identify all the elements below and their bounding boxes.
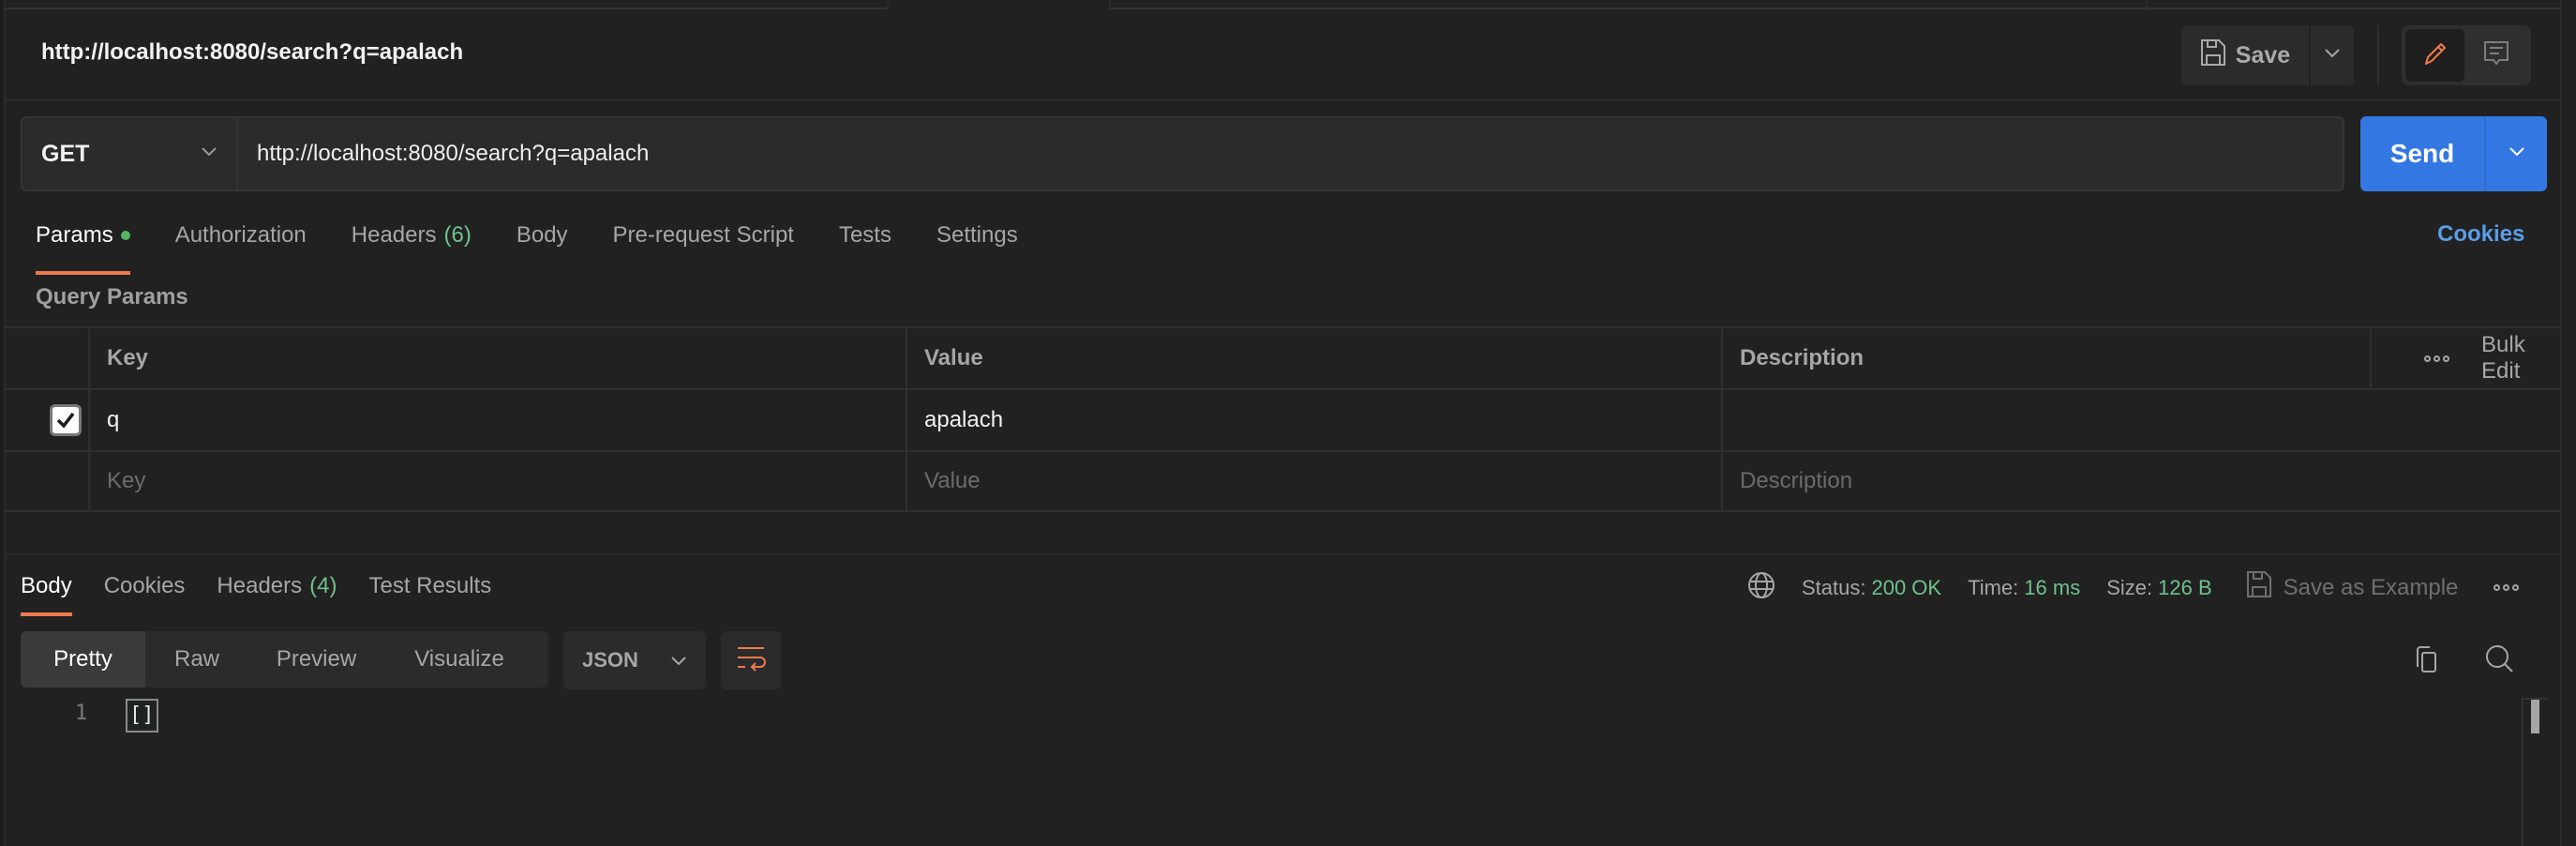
tab-pre-request-script[interactable]: Pre-request Script [613,221,794,249]
comment-icon [2482,39,2510,72]
save-as-example-button[interactable]: Save as Example [2246,570,2458,605]
url-input[interactable] [238,118,2343,189]
response-tabs: Body Cookies Headers (4) Test Results [21,572,523,616]
view-mode-preview[interactable]: Preview [248,631,384,687]
url-bar: GET [21,116,2344,191]
mode-toggle [2402,25,2531,85]
save-button-group: Save [2181,25,2354,85]
table-header-row: Key Value Description Bulk Edit [6,326,2560,388]
status-value: 200 OK [1871,575,1942,599]
column-header-value: Value [906,328,1721,388]
line-number: 1 [75,702,88,725]
search-icon[interactable] [2484,643,2514,678]
request-tab-active[interactable] [887,0,1111,9]
code-line: [] [126,699,158,733]
request-tab[interactable] [6,0,887,9]
response-tab-test-results[interactable]: Test Results [368,572,491,600]
row-checkbox[interactable] [50,404,82,436]
response-tab-body[interactable]: Body [21,572,72,616]
tab-tests[interactable]: Tests [839,221,891,249]
request-tab[interactable] [1111,0,2146,9]
new-value-input[interactable]: Value [906,452,1721,510]
right-panel-border [2560,0,2576,846]
wrap-lines-button[interactable] [721,631,781,689]
checkbox-column-header [6,328,88,388]
response-meta: Status: 200 OK Time: 16 ms Size: 126 B Save… [1747,570,2520,605]
view-mode-raw[interactable]: Raw [145,631,248,687]
size-info[interactable]: Size: 126 B [2106,576,2211,600]
edit-mode-button[interactable] [2405,29,2464,82]
table-row-empty: Key Value Description [6,450,2560,512]
row-checkbox-cell [6,390,88,450]
view-mode-visualize[interactable]: Visualize [384,631,534,687]
send-button[interactable]: Send [2360,116,2486,191]
size-value: 126 B [2158,575,2212,599]
format-label: JSON [582,648,638,672]
request-title[interactable]: http://localhost:8080/search?q=apalach [41,39,463,66]
row-checkbox-cell [6,452,88,510]
more-options-icon[interactable] [2494,584,2520,591]
response-divider[interactable] [6,553,2560,555]
more-options-icon[interactable] [2424,355,2449,362]
param-key-cell[interactable]: q [88,390,906,450]
header-divider [2377,25,2379,85]
table-actions: Bulk Edit [2370,328,2560,388]
header-divider-line [6,99,2560,101]
new-description-input[interactable]: Description [1721,452,2370,510]
response-headers-count: (4) [309,573,337,598]
response-tab-cookies[interactable]: Cookies [104,572,186,600]
row-actions [2370,390,2560,450]
cookies-link[interactable]: Cookies [2437,221,2524,248]
new-key-input[interactable]: Key [88,452,906,510]
chevron-down-icon [670,648,687,672]
bulk-edit-button[interactable]: Bulk Edit [2481,332,2539,385]
view-mode-pretty[interactable]: Pretty [21,631,145,687]
method-label: GET [41,140,90,167]
headers-count: (6) [443,222,472,248]
pencil-icon [2421,39,2449,72]
method-select[interactable]: GET [22,118,238,189]
copy-icon[interactable] [2413,645,2441,678]
tab-settings[interactable]: Settings [936,221,1018,249]
wrap-lines-icon [736,644,766,677]
time-info[interactable]: Time: 16 ms [1968,576,2080,600]
save-options-button[interactable] [2311,25,2354,85]
floppy-disk-icon [2200,38,2226,73]
param-value-cell[interactable]: apalach [906,390,1721,450]
format-select[interactable]: JSON [563,631,706,689]
table-row: q apalach [6,388,2560,450]
chevron-down-icon [2509,145,2525,162]
view-mode-segmented-control: Pretty Raw Preview Visualize [21,631,548,687]
column-header-key: Key [88,328,906,388]
globe-icon[interactable] [1747,571,1775,605]
query-params-label: Query Params [36,284,188,310]
tab-params[interactable]: Params [36,221,130,275]
params-active-dot [120,231,130,240]
request-tab-strip [0,0,2560,9]
tab-headers[interactable]: Headers (6) [352,221,472,249]
chevron-down-icon [201,145,217,162]
param-description-cell[interactable] [1721,390,2370,450]
query-params-table: Key Value Description Bulk Edit q apalac… [6,326,2560,512]
scrollbar-thumb[interactable] [2531,700,2539,733]
time-value: 16 ms [2024,575,2081,599]
status-info[interactable]: Status: 200 OK [1802,576,1941,600]
floppy-disk-icon [2246,570,2272,605]
comment-mode-button[interactable] [2464,39,2527,72]
request-tab[interactable] [2146,0,2560,9]
request-tabs: Params Authorization Headers (6) Body Pr… [36,221,1063,275]
send-options-button[interactable] [2486,116,2547,191]
tab-body[interactable]: Body [517,221,568,249]
vertical-scrollbar[interactable] [2522,698,2548,846]
tab-authorization[interactable]: Authorization [175,221,307,249]
send-button-group: Send [2360,116,2547,191]
response-tab-headers[interactable]: Headers (4) [217,572,337,600]
response-body-editor[interactable]: 1 [] [6,699,2518,846]
column-header-description: Description [1721,328,2370,388]
chevron-down-icon [2324,47,2341,64]
save-button[interactable]: Save [2181,25,2309,85]
save-label: Save [2235,41,2291,68]
row-actions [2370,452,2560,510]
